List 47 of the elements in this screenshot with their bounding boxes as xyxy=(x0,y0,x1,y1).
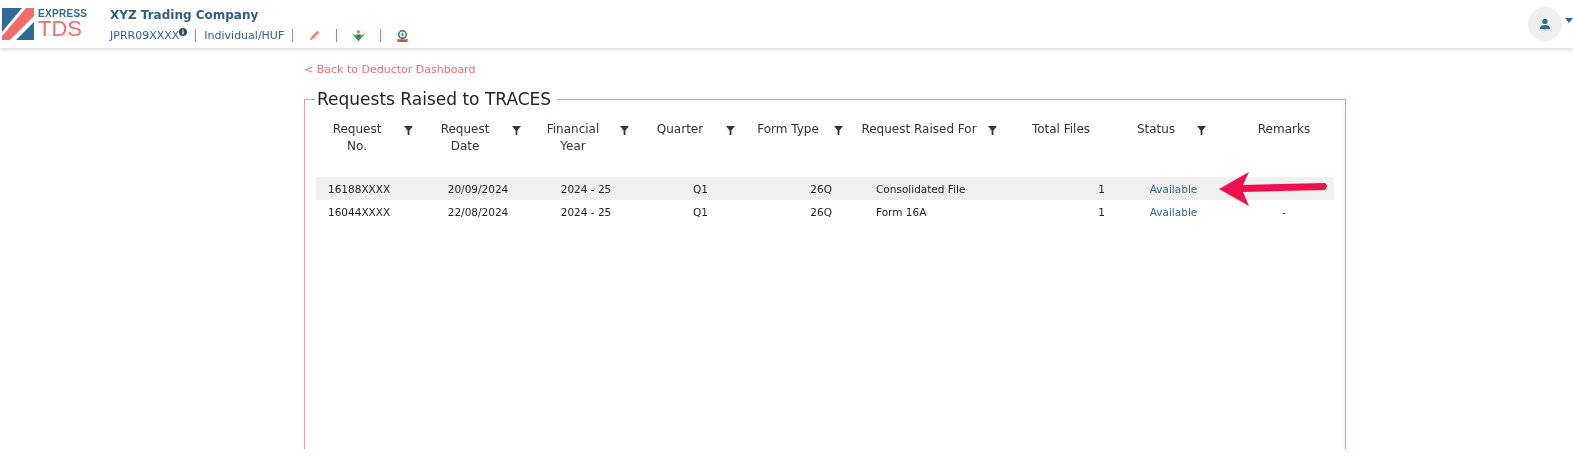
table-cell: Consolidated File xyxy=(876,182,966,195)
table-cell: 26Q xyxy=(810,205,832,218)
logo-icon xyxy=(2,8,34,40)
info-icon[interactable] xyxy=(179,27,188,36)
table-cell: 2024 - 25 xyxy=(560,182,612,195)
table-cell: 16044XXXX xyxy=(328,205,391,218)
deductor-category: Individual/HUF xyxy=(204,28,285,42)
column-header: Quarter xyxy=(655,121,705,138)
table-cell: Q1 xyxy=(693,182,708,195)
table-cell: 20/09/2024 xyxy=(447,182,509,195)
column-header: Total Files xyxy=(1030,121,1092,138)
table-row[interactable]: 16044XXXX 22/08/2024 2024 - 25 Q1 26Q Form 16A 1 Available - xyxy=(316,200,1334,223)
table-cell: 1 xyxy=(1098,205,1105,218)
logo-text: TDS xyxy=(38,19,82,39)
table-cell: - xyxy=(1282,205,1286,218)
table-cell: Form 16A xyxy=(876,205,927,218)
company-name: XYZ Trading Company xyxy=(110,7,260,22)
caret-icon[interactable] xyxy=(1565,17,1573,23)
filter-icon[interactable] xyxy=(512,126,521,135)
filter-icon[interactable] xyxy=(834,126,843,135)
emblem-icon[interactable] xyxy=(351,27,367,43)
logo-text: EXPRESS xyxy=(38,9,88,19)
user-avatar[interactable] xyxy=(1528,7,1562,41)
filter-icon[interactable] xyxy=(988,126,997,135)
section-title: Requests Raised to TRACES xyxy=(316,89,553,109)
filter-icon[interactable] xyxy=(1197,126,1206,135)
column-header: Request No. xyxy=(331,121,383,155)
column-header: Form Type xyxy=(756,121,820,138)
filter-icon[interactable] xyxy=(726,126,735,135)
column-header: Request Raised For xyxy=(860,121,978,138)
emblem-icon[interactable] xyxy=(395,27,411,43)
table-row[interactable]: 16188XXXX 20/09/2024 2024 - 25 Q1 26Q Consolidated File 1 Available xyxy=(316,177,1334,200)
table-cell: 26Q xyxy=(810,182,832,195)
status-link[interactable]: Available xyxy=(1149,205,1198,218)
table-cell: 1 xyxy=(1098,182,1105,195)
column-header: Remarks xyxy=(1256,121,1312,138)
column-header: Request Date xyxy=(439,121,491,155)
filter-icon[interactable] xyxy=(620,126,629,135)
status-link[interactable]: Available xyxy=(1149,182,1198,195)
tan-number: JPRR09XXXX xyxy=(110,28,180,42)
table-cell: 16188XXXX xyxy=(328,182,391,195)
column-header: Financial Year xyxy=(545,121,601,155)
table-cell: 2024 - 25 xyxy=(560,205,612,218)
table-cell: Q1 xyxy=(693,205,708,218)
column-header: Status xyxy=(1135,121,1177,138)
table-cell: 22/08/2024 xyxy=(447,205,509,218)
filter-icon[interactable] xyxy=(404,126,413,135)
